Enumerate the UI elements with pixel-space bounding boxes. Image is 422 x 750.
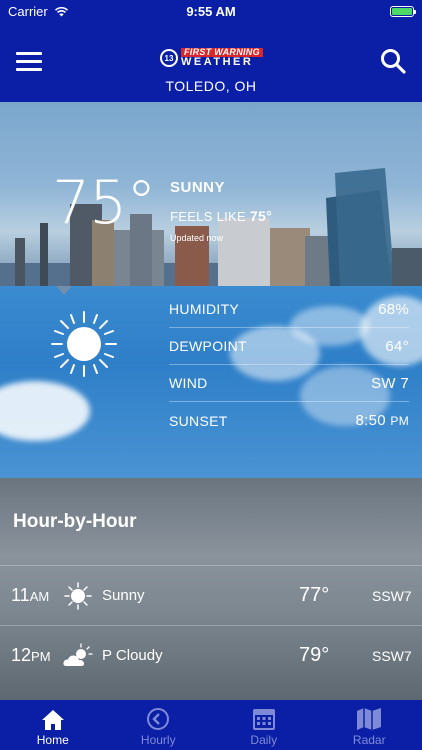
app-header: 13 FIRST WARNING WEATHER TOLEDO, OH	[0, 22, 422, 102]
hour-temperature: 79°	[299, 644, 330, 666]
logo-badge: 13	[160, 49, 178, 67]
hour-value: 12	[11, 645, 32, 665]
hour-wind: SSW7	[372, 587, 412, 604]
current-conditions: 75° SUNNY FEELS LIKE 75° Updated now	[0, 102, 422, 288]
hourly-title: Hour-by-Hour	[13, 511, 137, 532]
hour-wind: SSW7	[372, 647, 412, 664]
sun-icon	[51, 311, 117, 377]
battery-icon	[390, 5, 416, 17]
home-icon	[41, 710, 64, 730]
menu-icon-bar	[16, 68, 42, 71]
tab-bar: Home Hourly Daily Radar	[0, 700, 422, 750]
detail-row-dewpoint: DEWPOINT 64°	[169, 328, 409, 365]
tab-radar[interactable]: Radar	[317, 700, 422, 750]
sun-icon	[64, 581, 92, 610]
feels-like-label: FEELS LIKE	[170, 209, 246, 224]
hour-time: 11AM	[11, 585, 49, 606]
panel-notch	[55, 286, 73, 295]
tab-home[interactable]: Home	[0, 700, 106, 750]
logo-bottom-text: WEATHER	[181, 56, 254, 68]
menu-button[interactable]	[16, 52, 42, 72]
cloud-decoration	[0, 381, 90, 441]
detail-label: WIND	[169, 375, 208, 391]
wifi-icon	[54, 6, 68, 16]
tab-daily[interactable]: Daily	[211, 700, 317, 750]
hour-time: 12PM	[11, 645, 51, 666]
hourly-row[interactable]: 12PM P Cloudy 79° SSW7	[0, 625, 422, 685]
current-condition: SUNNY	[170, 179, 226, 196]
status-right	[390, 5, 416, 17]
status-left: Carrier	[8, 4, 69, 19]
detail-value: 68%	[378, 300, 409, 318]
battery-fill	[392, 7, 412, 15]
feels-like-value: 75°	[249, 208, 272, 224]
detail-row-wind: WIND SW 7	[169, 365, 409, 402]
detail-row-sunset: SUNSET 8:50 PM	[169, 402, 409, 439]
tab-label: Daily	[250, 733, 278, 747]
tab-label: Hourly	[140, 733, 176, 747]
location-label[interactable]: TOLEDO, OH	[0, 78, 422, 94]
current-temperature: 75°	[52, 168, 156, 238]
search-icon[interactable]	[380, 48, 406, 74]
detail-row-humidity: HUMIDITY 68%	[169, 291, 409, 328]
detail-value: 64°	[385, 337, 409, 355]
calendar-icon	[252, 709, 275, 730]
logo-text: FIRST WARNING WEATHER	[181, 48, 263, 68]
sunset-time: 8:50	[355, 412, 386, 429]
detail-label: HUMIDITY	[169, 301, 240, 317]
detail-value: SW 7	[371, 374, 409, 392]
map-icon	[357, 708, 382, 730]
hour-condition: Sunny	[102, 587, 145, 604]
tab-hourly[interactable]: Hourly	[106, 700, 212, 750]
hourly-section: Hour-by-Hour 11AM Sunny 77° SSW7 12PM P …	[0, 478, 422, 700]
partly-cloudy-icon	[63, 642, 93, 666]
menu-icon-bar	[16, 52, 42, 55]
updated-label: Updated now	[170, 233, 224, 243]
status-bar: Carrier 9:55 AM	[0, 0, 422, 22]
station-logo: 13 FIRST WARNING WEATHER	[160, 48, 263, 68]
detail-label: DEWPOINT	[169, 338, 247, 354]
sunset-suffix: PM	[390, 414, 409, 428]
feels-like: FEELS LIKE 75°	[170, 208, 272, 224]
hour-value: 11	[11, 585, 30, 605]
status-time: 9:55 AM	[186, 3, 236, 19]
hour-ampm: PM	[31, 649, 51, 664]
hour-condition: P Cloudy	[102, 647, 163, 664]
hour-temperature: 77°	[299, 584, 330, 606]
tab-label: Radar	[352, 733, 386, 747]
menu-icon-bar	[16, 60, 42, 63]
hour-ampm: AM	[29, 589, 50, 604]
details-panel: HUMIDITY 68% DEWPOINT 64° WIND SW 7 SUNS…	[0, 286, 422, 478]
tab-label: Home	[36, 733, 69, 747]
detail-label: SUNSET	[169, 412, 228, 429]
clock-icon	[147, 708, 170, 730]
carrier-label: Carrier	[8, 3, 48, 19]
detail-value: 8:50 PM	[356, 412, 409, 429]
hourly-row[interactable]: 11AM Sunny 77° SSW7	[0, 565, 422, 625]
